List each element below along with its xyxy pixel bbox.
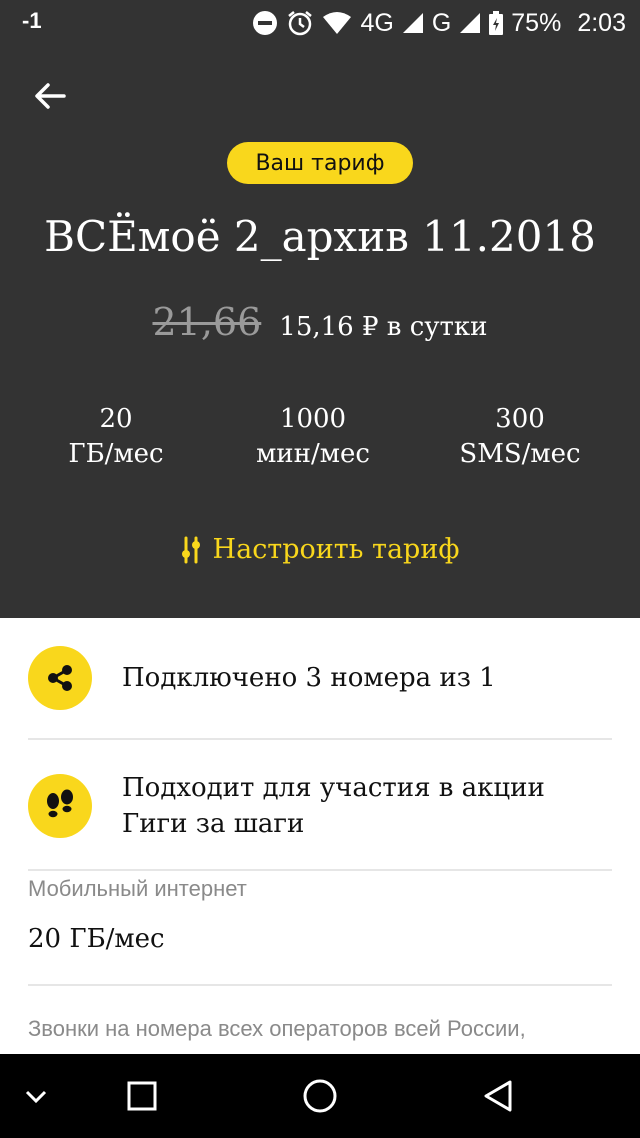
back-arrow-icon — [35, 83, 66, 109]
new-price: 15,16 ₽ в сутки — [279, 312, 488, 342]
price-row: 21,66 15,16 ₽ в сутки — [0, 300, 640, 344]
promo-line-1: Подходит для участия в акции — [122, 773, 545, 803]
chevron-down-icon — [25, 1090, 47, 1104]
recents-button[interactable] — [120, 1074, 164, 1118]
shared-numbers-text: Подключено 3 номера из 1 — [122, 663, 496, 693]
tariff-name: ВСЁмоё 2_архив 11.2018 — [44, 212, 596, 261]
mobile-internet-label: Мобильный интернет — [28, 876, 247, 901]
wifi-icon — [322, 11, 352, 35]
alarm-icon — [286, 9, 314, 37]
feature-value: 300 — [495, 404, 545, 434]
battery-percent: 75% — [511, 8, 562, 37]
clock: 2:03 — [577, 8, 626, 37]
feature-value: 1000 — [279, 404, 347, 434]
status-bar: -1 4G G 75% 2:03 — [0, 0, 640, 46]
feature-minutes: 1000 мин/мес — [213, 402, 413, 472]
feature-unit: мин/мес — [256, 439, 370, 469]
dnd-icon — [252, 10, 278, 36]
back-nav-button[interactable] — [476, 1074, 520, 1118]
signal-icon — [459, 12, 481, 34]
feature-internet: 20 ГБ/мес — [16, 402, 216, 472]
hide-keyboard-button[interactable] — [14, 1074, 58, 1118]
network-g-label: G — [431, 8, 452, 37]
battery-icon — [489, 11, 504, 35]
share-icon — [28, 646, 92, 710]
tariff-features: 20 ГБ/мес 1000 мин/мес 300 SMS/мес — [0, 402, 640, 482]
tariff-header: Ваш тариф ВСЁмоё 2_архив 11.2018 21,66 1… — [0, 46, 640, 618]
mobile-internet-value: 20 ГБ/мес — [28, 924, 165, 954]
divider — [28, 738, 612, 740]
old-price: 21,66 — [152, 300, 262, 344]
feature-value: 20 — [99, 404, 133, 434]
feature-unit: ГБ/мес — [68, 439, 164, 469]
sliders-icon — [181, 536, 200, 563]
shared-numbers-row[interactable]: Подключено 3 номера из 1 — [28, 646, 612, 710]
network-4g-label: 4G — [360, 8, 394, 37]
square-icon — [127, 1081, 157, 1111]
current-tariff-badge: Ваш тариф — [227, 142, 413, 184]
feature-unit: SMS/мес — [459, 439, 581, 469]
home-button[interactable] — [298, 1074, 342, 1118]
divider — [28, 869, 612, 871]
calls-description: Звонки на номера всех операторов всей Ро… — [28, 1016, 526, 1041]
tariff-details: Подключено 3 номера из 1 Подходит для уч… — [0, 618, 640, 1054]
configure-tariff-label: Настроить тариф — [212, 534, 460, 565]
promo-row[interactable]: Подходит для участия в акции Гиги за шаг… — [28, 770, 612, 842]
divider — [28, 984, 612, 986]
circle-icon — [303, 1079, 337, 1113]
promo-text: Подходит для участия в акции Гиги за шаг… — [122, 770, 545, 842]
configure-tariff-button[interactable]: Настроить тариф — [0, 534, 640, 565]
triangle-back-icon — [484, 1080, 512, 1112]
feature-sms: 300 SMS/мес — [420, 402, 620, 472]
promo-line-2: Гиги за шаги — [122, 809, 305, 839]
back-button[interactable] — [28, 74, 72, 118]
status-left-text: -1 — [22, 8, 42, 33]
signal-icon — [402, 12, 424, 34]
system-navigation-bar — [0, 1054, 640, 1138]
footprints-icon — [28, 774, 92, 838]
